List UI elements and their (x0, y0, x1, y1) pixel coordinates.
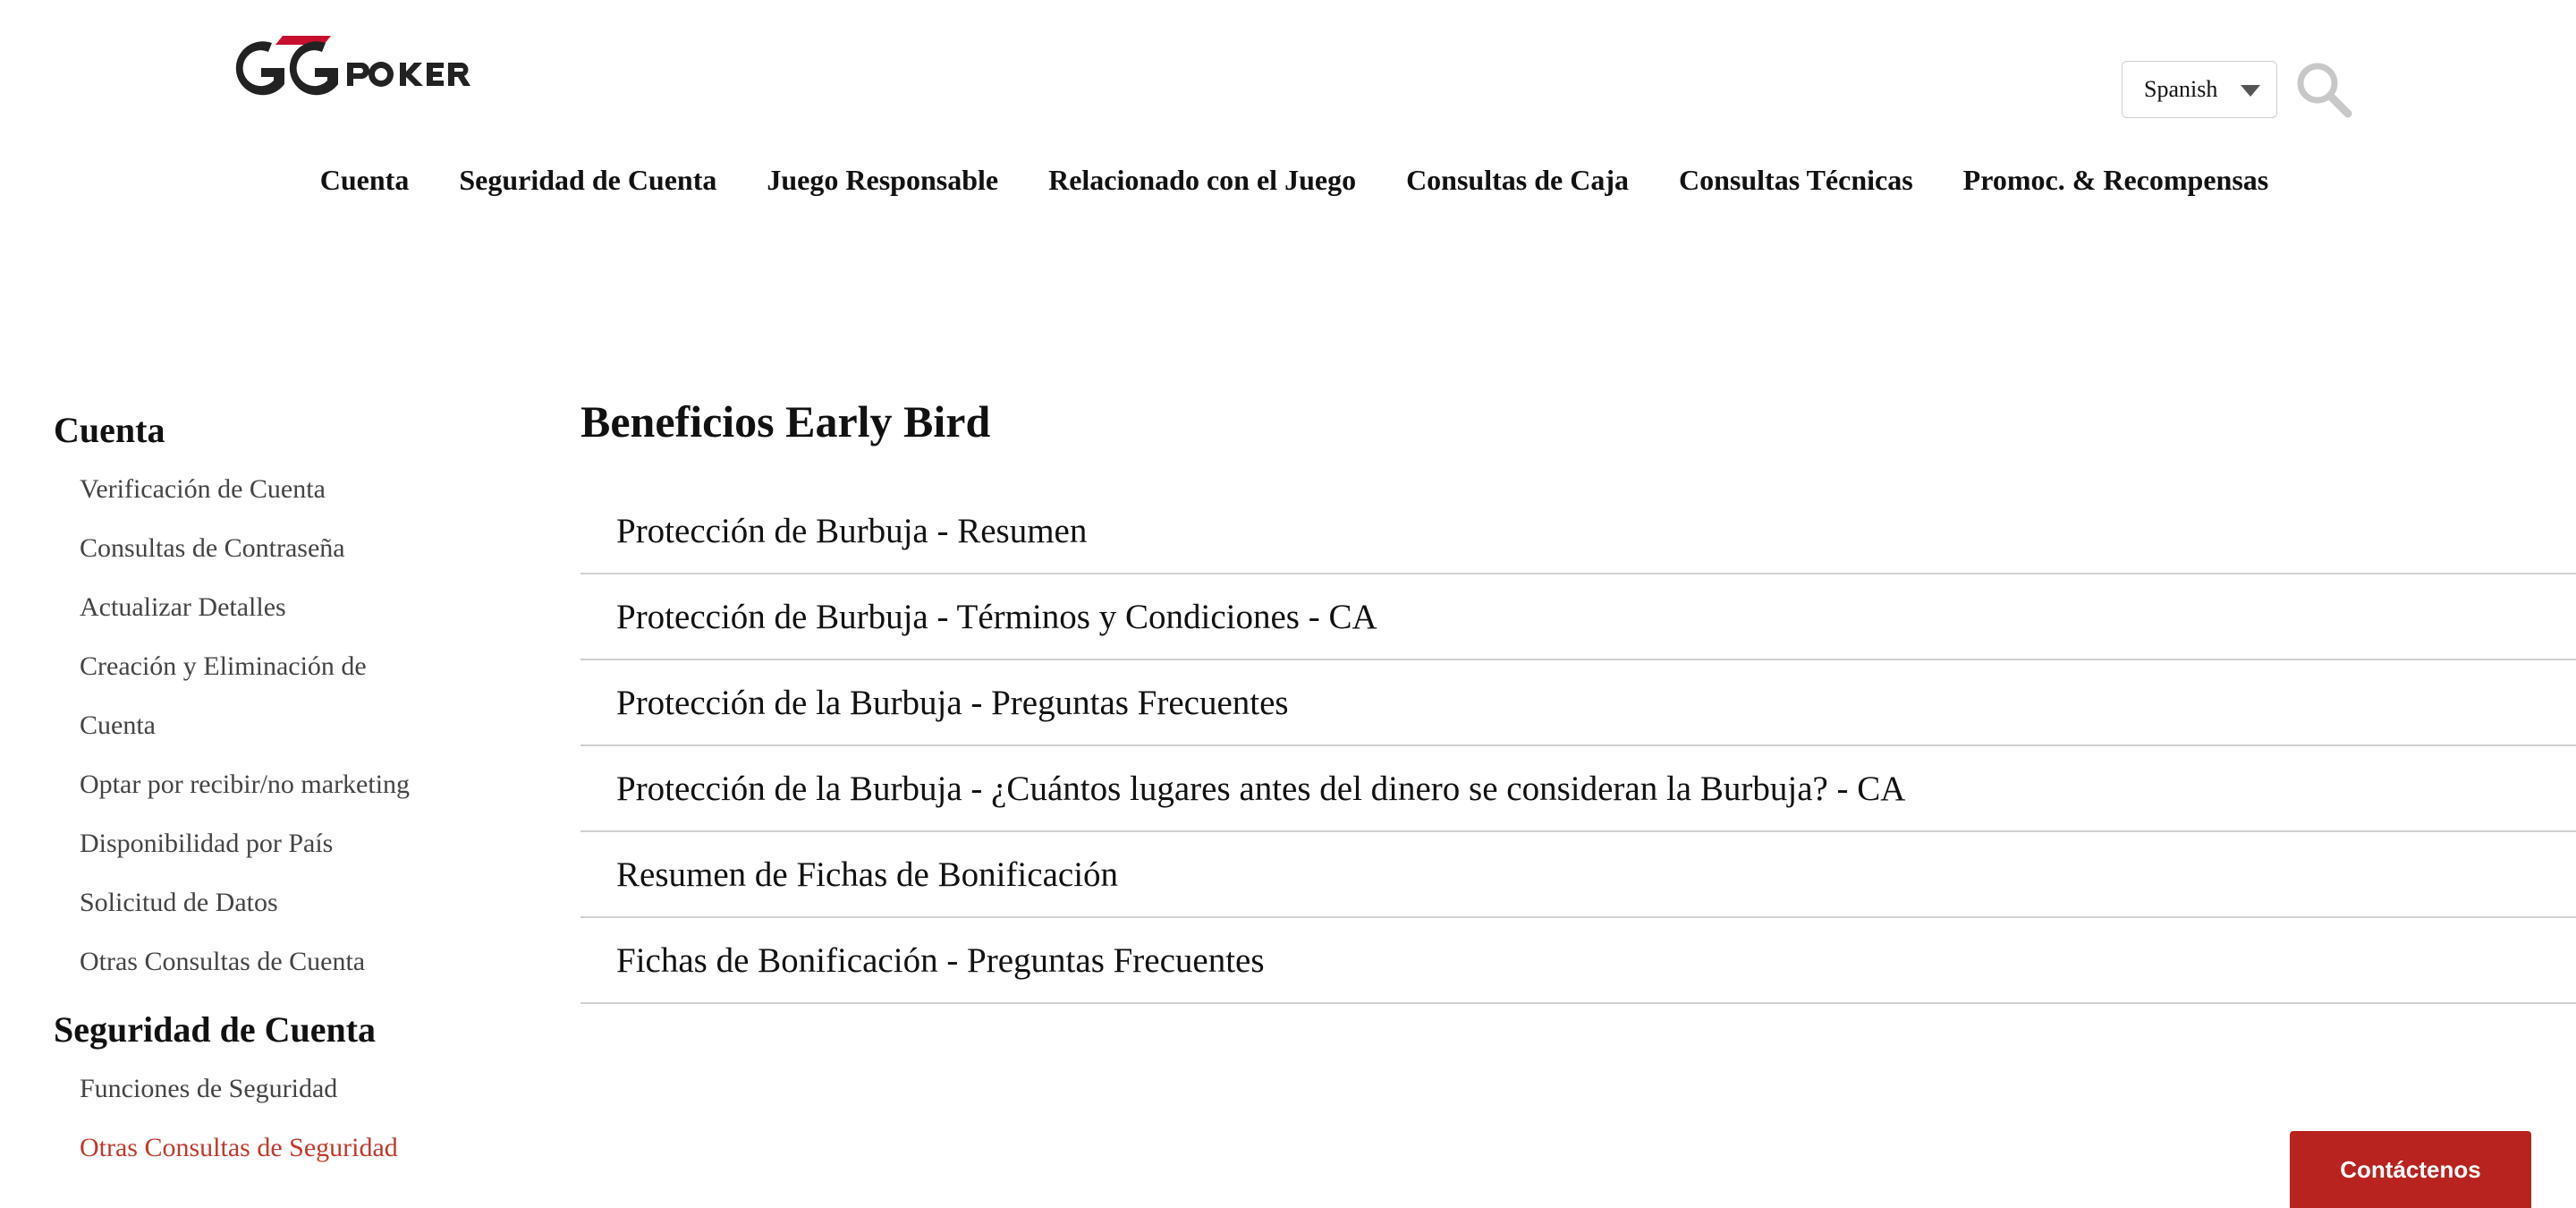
language-select-value: Spanish (2144, 76, 2218, 102)
article-item[interactable]: Protección de la Burbuja - Preguntas Fre… (580, 660, 2576, 746)
language-select[interactable]: Spanish (2122, 61, 2277, 118)
nav-consultas-de-caja[interactable]: Consultas de Caja (1406, 156, 1629, 204)
sidebar-item-otras-consultas-de-seguridad[interactable]: Otras Consultas de Seguridad (80, 1119, 519, 1178)
top-navigation: Cuenta Seguridad de Cuenta Juego Respons… (0, 156, 2576, 204)
sidebar-item-disponibilidad-por-pais[interactable]: Disponibilidad por País (80, 814, 519, 873)
nav-seguridad-de-cuenta[interactable]: Seguridad de Cuenta (459, 156, 716, 204)
sidebar: Cuenta Verificación de Cuenta Consultas … (54, 401, 519, 1187)
article-item[interactable]: Protección de Burbuja - Términos y Condi… (580, 574, 2576, 660)
sidebar-section-title-cuenta[interactable]: Cuenta (54, 401, 519, 460)
search-button[interactable] (2293, 59, 2354, 120)
sidebar-item-creacion-y-eliminacion-cont[interactable]: Cuenta (80, 696, 519, 755)
page-title: Beneficios Early Bird (580, 396, 991, 447)
contact-us-button[interactable]: Contáctenos (2290, 1131, 2531, 1208)
sidebar-item-consultas-de-contrasena[interactable]: Consultas de Contraseña (80, 519, 519, 578)
ggpoker-logo-icon (235, 36, 470, 96)
nav-cuenta[interactable]: Cuenta (320, 156, 410, 204)
sidebar-item-solicitud-de-datos[interactable]: Solicitud de Datos (80, 873, 519, 932)
search-icon (2297, 63, 2352, 118)
sidebar-item-optar-marketing[interactable]: Optar por recibir/no marketing (80, 755, 519, 814)
ggpoker-logo[interactable] (225, 34, 530, 104)
chevron-down-icon (2241, 85, 2260, 97)
main-content: Beneficios Early Bird Protección de Burb… (580, 390, 2576, 1004)
nav-relacionado-con-el-juego[interactable]: Relacionado con el Juego (1048, 156, 1356, 204)
nav-promociones-recompensas[interactable]: Promoc. & Recompensas (1963, 156, 2269, 204)
sidebar-list-seguridad: Funciones de Seguridad Otras Consultas d… (54, 1059, 519, 1178)
sidebar-item-otras-consultas-de-cuenta[interactable]: Otras Consultas de Cuenta (80, 932, 519, 991)
sidebar-list-cuenta: Verificación de Cuenta Consultas de Cont… (54, 460, 519, 991)
nav-consultas-tecnicas[interactable]: Consultas Técnicas (1679, 156, 1913, 204)
article-item[interactable]: Protección de la Burbuja - ¿Cuántos luga… (580, 746, 2576, 832)
sidebar-item-creacion-y-eliminacion[interactable]: Creación y Eliminación de (80, 637, 519, 696)
help-center-page: Spanish Cuenta Seguridad de Cuenta Juego… (0, 0, 2576, 1208)
nav-juego-responsable[interactable]: Juego Responsable (767, 156, 998, 204)
article-item[interactable]: Fichas de Bonificación - Preguntas Frecu… (580, 918, 2576, 1004)
article-item[interactable]: Protección de Burbuja - Resumen (580, 489, 2576, 574)
sidebar-item-funciones-de-seguridad[interactable]: Funciones de Seguridad (80, 1059, 519, 1119)
sidebar-section-title-seguridad[interactable]: Seguridad de Cuenta (54, 1000, 519, 1059)
sidebar-item-actualizar-detalles[interactable]: Actualizar Detalles (80, 578, 519, 637)
article-item[interactable]: Resumen de Fichas de Bonificación (580, 832, 2576, 918)
sidebar-item-verificacion-de-cuenta[interactable]: Verificación de Cuenta (80, 460, 519, 519)
article-list: Protección de Burbuja - Resumen Protecci… (580, 489, 2576, 1004)
